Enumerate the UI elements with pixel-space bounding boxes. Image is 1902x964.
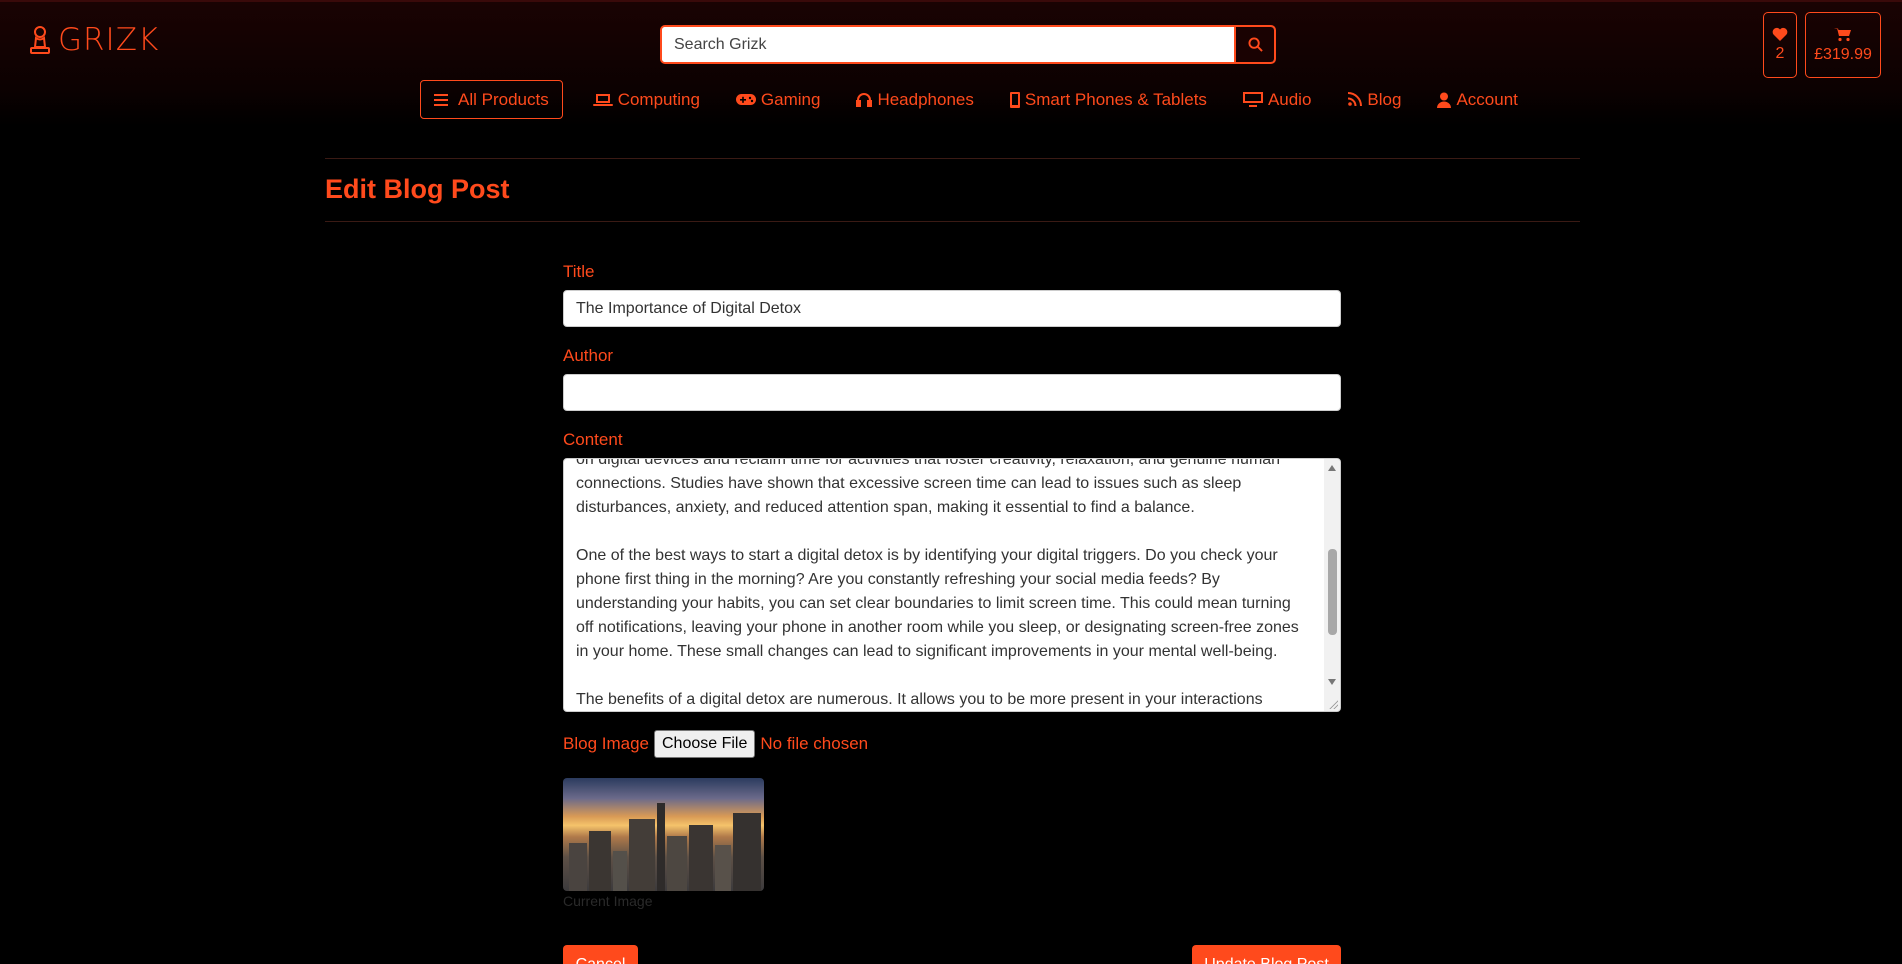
resize-handle-icon[interactable]	[1328, 699, 1338, 709]
main-nav: All Products Computing Gaming Headphones	[420, 80, 1554, 119]
nav-item-label: Blog	[1367, 89, 1402, 109]
phone-icon	[1009, 91, 1020, 108]
nav-item-account[interactable]: Account	[1437, 89, 1518, 110]
nav-item-label: Smart Phones & Tablets	[1024, 89, 1207, 109]
author-input[interactable]	[563, 374, 1341, 411]
update-blog-post-button[interactable]: Update Blog Post	[1192, 945, 1341, 964]
wishlist-button[interactable]: 2	[1763, 12, 1797, 78]
logo-text: GRIZK	[58, 22, 160, 58]
user-icon	[1437, 92, 1452, 108]
current-blog-image	[563, 778, 764, 891]
heart-icon	[1772, 27, 1788, 41]
author-label: Author	[563, 346, 614, 365]
scroll-thumb[interactable]	[1328, 549, 1337, 635]
file-status-text: No file chosen	[760, 734, 869, 753]
laptop-icon	[592, 93, 613, 106]
nav-item-label: Gaming	[760, 89, 821, 109]
edit-blog-form: Title The Importance of Digital Detox Au…	[563, 262, 1341, 909]
search-input[interactable]	[662, 27, 1234, 62]
content-text: on digital devices and reclaim time for …	[576, 458, 1299, 708]
nav-item-smart-phones-tablets[interactable]: Smart Phones & Tablets	[1009, 89, 1207, 110]
blog-image-label: Blog Image	[563, 734, 649, 753]
nav-item-label: Headphones	[877, 89, 974, 109]
blog-image-row: Blog Image Choose File No file chosen	[563, 730, 1341, 758]
nav-item-gaming[interactable]: Gaming	[735, 89, 821, 110]
menu-icon	[434, 93, 448, 106]
wishlist-count: 2	[1775, 45, 1785, 62]
all-products-label: All Products	[458, 89, 549, 109]
cart-total: £319.99	[1814, 45, 1872, 63]
search-bar	[660, 25, 1276, 64]
site-logo[interactable]: GRIZK	[28, 22, 159, 58]
nav-item-audio[interactable]: Audio	[1242, 89, 1312, 110]
content-scrollbar[interactable]	[1324, 459, 1340, 711]
divider	[325, 158, 1580, 159]
nav-item-headphones[interactable]: Headphones	[856, 89, 974, 110]
scroll-down-arrow-icon[interactable]	[1328, 679, 1336, 685]
current-image-caption: Current Image	[563, 893, 653, 909]
search-button[interactable]	[1234, 27, 1274, 62]
cart-button[interactable]: £319.99	[1805, 12, 1881, 78]
nav-item-label: Audio	[1267, 89, 1312, 109]
chess-pawn-icon	[30, 26, 50, 54]
blog-icon	[1348, 92, 1363, 107]
content-label: Content	[563, 430, 623, 449]
cart-icon	[1834, 27, 1851, 41]
headphones-icon	[856, 93, 873, 107]
title-label: Title	[563, 262, 595, 281]
page-title: Edit Blog Post	[325, 174, 510, 204]
nav-item-label: Account	[1456, 89, 1518, 109]
site-header: GRIZK 2 £319.99 All Products	[0, 0, 1902, 126]
choose-file-button[interactable]: Choose File	[654, 730, 756, 758]
cancel-button[interactable]: Cancel	[563, 945, 638, 964]
current-image-block: Current Image	[563, 778, 1341, 909]
title-input[interactable]: The Importance of Digital Detox	[563, 290, 1341, 327]
search-icon	[1247, 37, 1263, 52]
nav-item-label: Computing	[617, 89, 700, 109]
all-products-button[interactable]: All Products	[420, 80, 563, 119]
nav-item-computing[interactable]: Computing	[592, 89, 700, 110]
scroll-up-arrow-icon[interactable]	[1328, 465, 1336, 471]
tv-icon	[1242, 92, 1263, 107]
gamepad-icon	[735, 94, 756, 105]
content-textarea[interactable]: on digital devices and reclaim time for …	[563, 458, 1341, 712]
divider	[325, 221, 1580, 222]
nav-item-blog[interactable]: Blog	[1347, 90, 1401, 110]
